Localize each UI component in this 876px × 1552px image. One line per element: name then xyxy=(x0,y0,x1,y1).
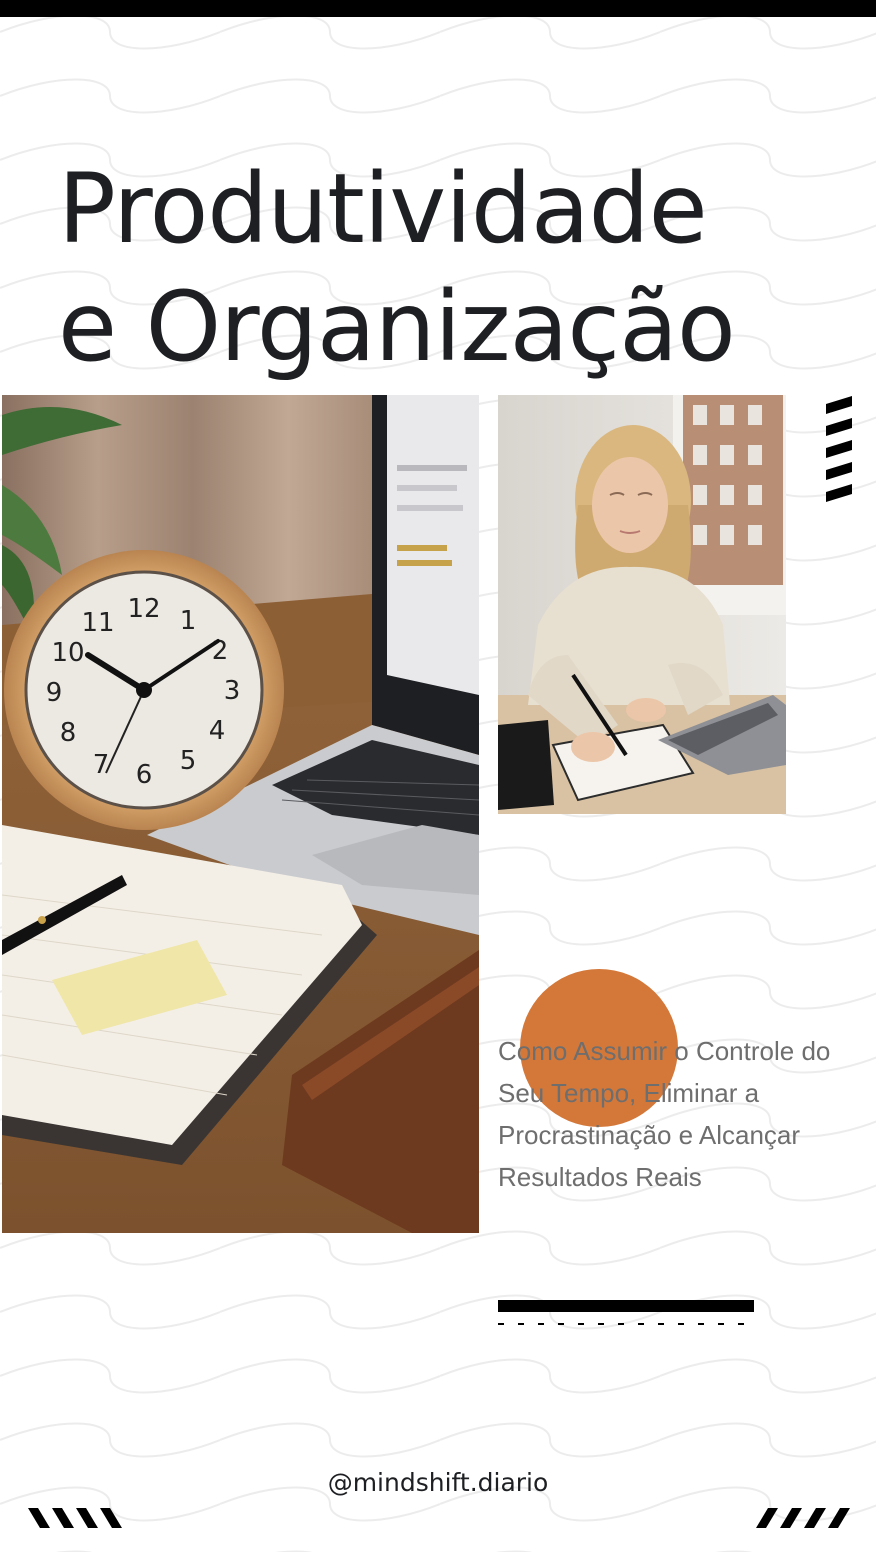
social-handle: @mindshift.diario xyxy=(327,1468,549,1497)
svg-text:1: 1 xyxy=(180,606,197,636)
slashes-right-decoration xyxy=(756,1508,850,1528)
svg-text:8: 8 xyxy=(60,718,77,748)
svg-text:4: 4 xyxy=(209,716,226,746)
title-line-1: Produtividade xyxy=(58,153,708,265)
svg-text:5: 5 xyxy=(180,746,197,776)
svg-text:7: 7 xyxy=(93,750,110,780)
top-black-bar xyxy=(0,0,876,17)
svg-text:9: 9 xyxy=(46,678,63,708)
svg-text:12: 12 xyxy=(127,594,160,624)
svg-text:6: 6 xyxy=(136,760,153,790)
dashed-line-decoration xyxy=(498,1323,754,1325)
svg-text:10: 10 xyxy=(51,638,84,668)
woman-writing-photo xyxy=(498,395,786,814)
black-divider-bar xyxy=(498,1300,754,1312)
slashes-left-decoration xyxy=(28,1508,122,1528)
svg-text:2: 2 xyxy=(212,636,229,666)
subtitle-text: Como Assumir o Controle do Seu Tempo, El… xyxy=(498,1036,831,1192)
page-title: Produtividade e Organização xyxy=(58,150,736,386)
diagonal-stripes-decoration xyxy=(826,396,852,502)
desk-photo: 12 1 2 3 4 5 6 7 8 9 10 11 xyxy=(2,395,479,1233)
svg-text:11: 11 xyxy=(81,608,114,638)
svg-text:3: 3 xyxy=(224,676,241,706)
title-line-2: e Organização xyxy=(58,271,736,383)
